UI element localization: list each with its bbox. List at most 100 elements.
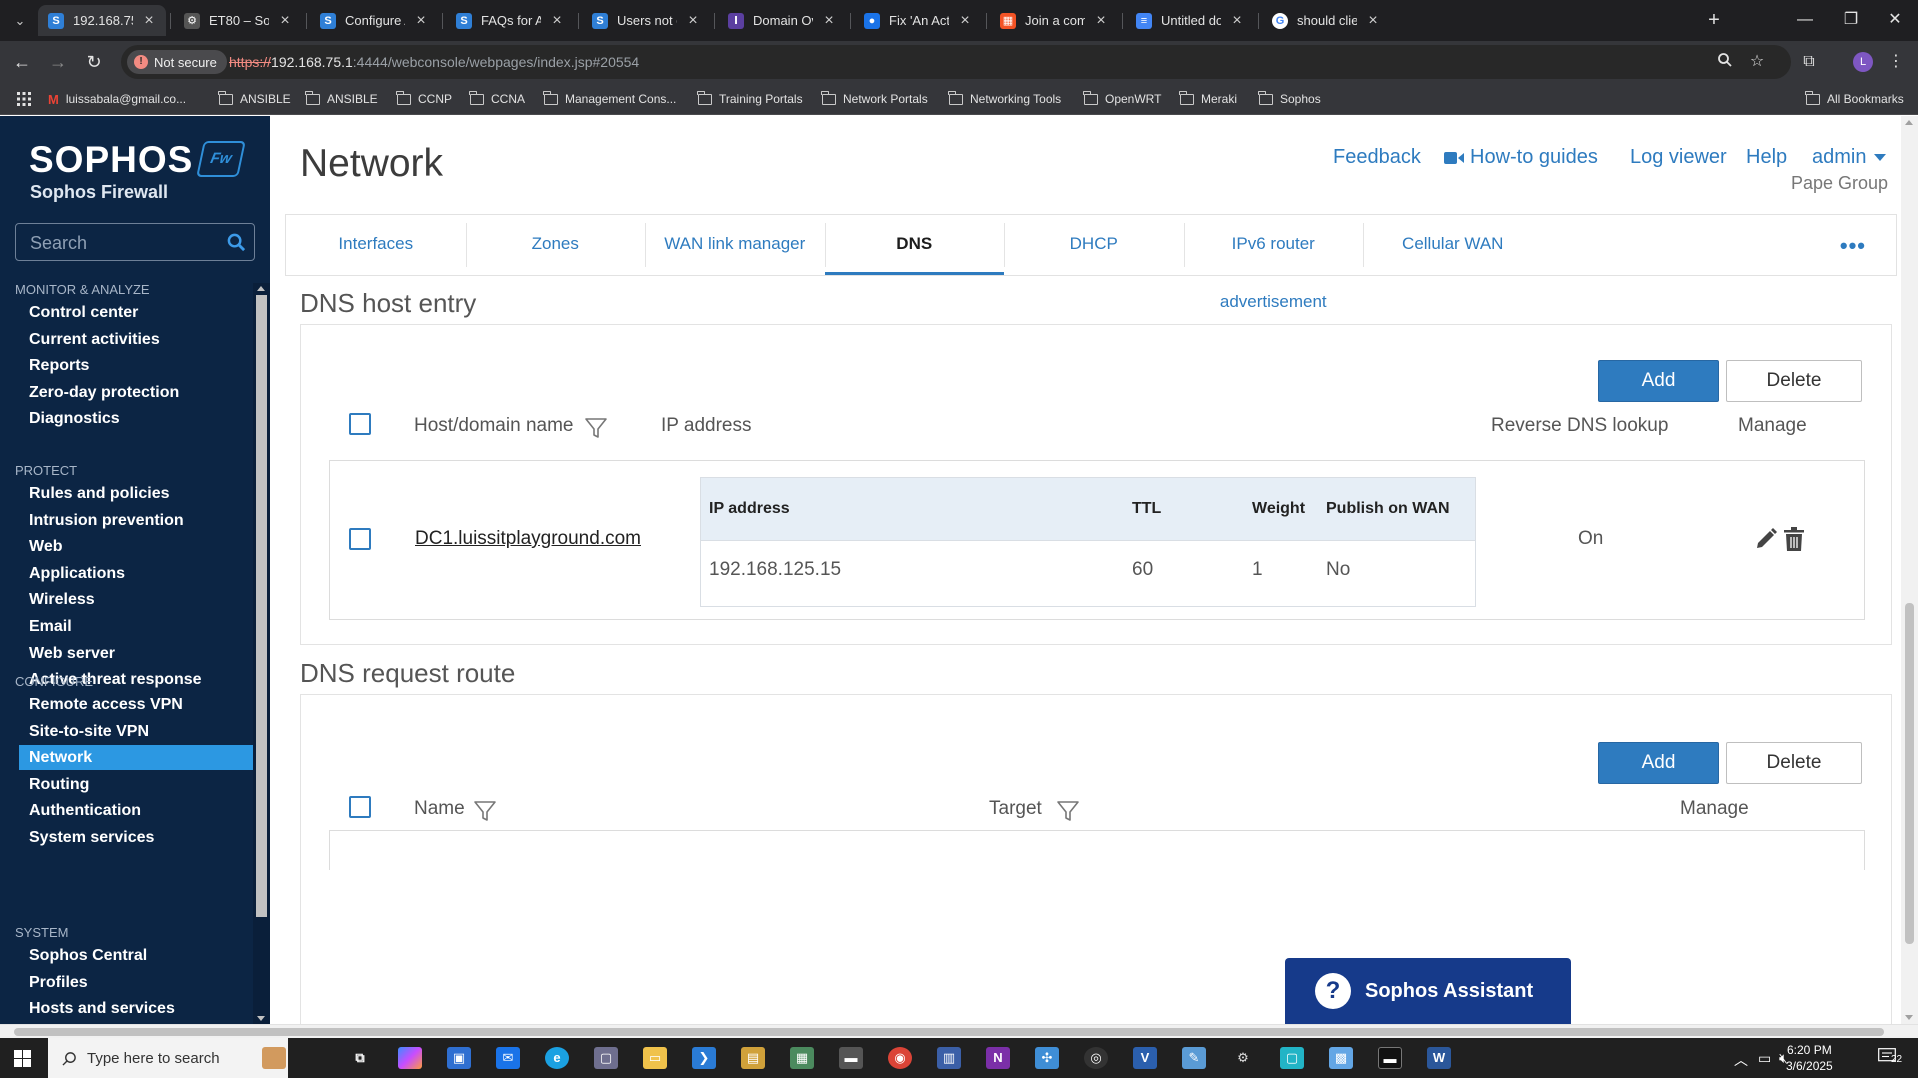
virtualbox-icon[interactable]: ▢: [594, 1047, 618, 1069]
tab-zones[interactable]: Zones: [466, 215, 646, 275]
host-name-link[interactable]: DC1.luissitplayground.com: [415, 528, 641, 550]
notifications-icon[interactable]: 22: [1878, 1048, 1906, 1068]
taskbar-clock[interactable]: 6:20 PM 3/6/2025: [1786, 1042, 1833, 1074]
all-bookmarks[interactable]: All Bookmarks: [1805, 90, 1904, 108]
bookmark-ccnp[interactable]: CCNP: [396, 90, 452, 108]
trash-icon[interactable]: [1783, 527, 1805, 551]
sidebar-item-control-center[interactable]: Control center: [29, 304, 138, 322]
tab-close-icon[interactable]: ×: [1366, 12, 1380, 28]
bookmark-ansible[interactable]: ANSIBLE: [305, 90, 378, 108]
remote-desktop-icon[interactable]: ▥: [937, 1047, 961, 1069]
new-tab-button[interactable]: +: [1702, 9, 1726, 33]
tab-close-icon[interactable]: ×: [142, 12, 156, 28]
tab-dns[interactable]: DNS: [824, 215, 1004, 275]
page-scrollbar[interactable]: [1901, 116, 1918, 1024]
sidebar-item-applications[interactable]: Applications: [29, 565, 125, 583]
copilot-icon[interactable]: [398, 1047, 422, 1069]
search-highlight-icon[interactable]: [262, 1047, 286, 1069]
tab-close-icon[interactable]: ×: [278, 12, 292, 28]
browser-menu-icon[interactable]: ⋮: [1886, 52, 1906, 72]
sophos-assistant-button[interactable]: ? Sophos Assistant: [1285, 958, 1571, 1024]
close-window-icon[interactable]: ✕: [1872, 8, 1918, 32]
horizontal-scrollbar[interactable]: [0, 1024, 1918, 1038]
tab-close-icon[interactable]: ×: [1094, 12, 1108, 28]
network-tool-icon[interactable]: ✣: [1035, 1047, 1059, 1069]
sidebar-item-site-to-site-vpn[interactable]: Site-to-site VPN: [29, 723, 149, 741]
bookmark-management-cons[interactable]: Management Cons...: [543, 90, 676, 108]
filter-icon[interactable]: [473, 799, 497, 823]
word-icon[interactable]: W: [1427, 1047, 1451, 1069]
select-all-routes-checkbox[interactable]: [349, 796, 371, 818]
filter-icon[interactable]: [1056, 799, 1080, 823]
vscode-icon[interactable]: ❯: [692, 1047, 716, 1069]
scroll-down-icon[interactable]: [1905, 1015, 1913, 1020]
sidebar-search-input[interactable]: Search: [15, 223, 255, 261]
gns3-icon[interactable]: ◎: [1084, 1047, 1108, 1069]
sidebar-item-authentication[interactable]: Authentication: [29, 802, 141, 820]
add-host-button[interactable]: Add: [1598, 360, 1719, 402]
scroll-thumb[interactable]: [1905, 603, 1914, 944]
bookmark-networking-tools[interactable]: Networking Tools: [948, 90, 1061, 108]
sidebar-item-web-server[interactable]: Web server: [29, 645, 115, 663]
tab-dhcp[interactable]: DHCP: [1004, 215, 1184, 275]
forward-icon[interactable]: →: [47, 51, 69, 73]
scroll-up-icon[interactable]: [257, 286, 265, 291]
sidebar-item-profiles[interactable]: Profiles: [29, 974, 88, 992]
url-text[interactable]: https://192.168.75.1:4444/webconsole/web…: [229, 54, 639, 70]
terminal-icon[interactable]: ▬: [1378, 1047, 1402, 1069]
profile-avatar[interactable]: L: [1853, 52, 1873, 72]
log-viewer-link[interactable]: Log viewer: [1630, 146, 1727, 169]
horizontal-scroll-thumb[interactable]: [14, 1028, 1884, 1036]
address-bar[interactable]: ! Not secure https://192.168.75.1:4444/w…: [121, 45, 1791, 79]
sidebar-item-wireless[interactable]: Wireless: [29, 591, 95, 609]
security-chip[interactable]: ! Not secure: [127, 50, 227, 74]
bookmark-star-icon[interactable]: ☆: [1747, 52, 1767, 72]
sidebar-item-reports[interactable]: Reports: [29, 357, 89, 375]
browser-tab[interactable]: Gshould client pcs ×: [1262, 5, 1390, 36]
taskbar-search-input[interactable]: Type here to search: [48, 1038, 288, 1078]
browser-tab[interactable]: ▦ Join a computer to ×: [990, 5, 1118, 36]
back-icon[interactable]: ←: [11, 51, 33, 73]
store-icon[interactable]: ▣: [447, 1047, 471, 1069]
zoom-icon[interactable]: [1715, 52, 1735, 72]
scroll-down-icon[interactable]: [257, 1016, 265, 1021]
help-link[interactable]: Help: [1746, 146, 1787, 169]
calculator-icon[interactable]: ▩: [1329, 1047, 1353, 1069]
tab-close-icon[interactable]: ×: [414, 12, 428, 28]
browser-tab[interactable]: S Configure Active Directory ×: [310, 5, 438, 36]
tab-close-icon[interactable]: ×: [822, 12, 836, 28]
browser-tab[interactable]: S Users not getting ×: [582, 5, 710, 36]
tab-search-icon[interactable]: ⌄: [10, 11, 30, 31]
sidebar-item-email[interactable]: Email: [29, 618, 72, 636]
tab-close-icon[interactable]: ×: [550, 12, 564, 28]
bookmark-meraki[interactable]: Meraki: [1179, 90, 1237, 108]
tab-close-icon[interactable]: ×: [1230, 12, 1244, 28]
tray-chevron-up-icon[interactable]: ︿: [1734, 1050, 1748, 1070]
tab-wan-link-manager[interactable]: WAN link manager: [645, 215, 825, 275]
sidebar-scrollbar[interactable]: [253, 283, 270, 1024]
chrome-icon[interactable]: ◉: [888, 1047, 912, 1069]
bookmark-network-portals[interactable]: Network Portals: [821, 90, 928, 108]
browser-tab[interactable]: ≡ Untitled document ×: [1126, 5, 1254, 36]
sidebar-item-network[interactable]: Network: [19, 745, 253, 771]
more-tabs-icon[interactable]: •••: [1840, 233, 1866, 259]
file-explorer-icon[interactable]: ▭: [643, 1047, 667, 1069]
sidebar-item-system-services[interactable]: System services: [29, 829, 154, 847]
minimize-icon[interactable]: —: [1782, 8, 1828, 32]
sophos-logo[interactable]: SOPHOS: [29, 139, 193, 181]
reload-icon[interactable]: ↻: [83, 51, 105, 73]
sidebar-item-sophos-central[interactable]: Sophos Central: [29, 947, 147, 965]
sidebar-item-remote-access-vpn[interactable]: Remote access VPN: [29, 696, 183, 714]
tab-cellular-wan[interactable]: Cellular WAN: [1363, 215, 1543, 275]
browser-tab[interactable]: ⅼ Domain Overview ×: [718, 5, 846, 36]
browser-tab[interactable]: S FAQs for Active Directory ×: [446, 5, 574, 36]
row-checkbox[interactable]: [349, 528, 371, 550]
restore-icon[interactable]: ❐: [1828, 8, 1874, 32]
sidebar-item-routing[interactable]: Routing: [29, 776, 89, 794]
sidebar-item-intrusion-prevention[interactable]: Intrusion prevention: [29, 512, 184, 530]
app-icon[interactable]: ▤: [741, 1047, 765, 1069]
battery-icon[interactable]: ▭: [1758, 1050, 1771, 1067]
edit-pencil-icon[interactable]: [1754, 527, 1778, 551]
admin-menu[interactable]: admin: [1812, 146, 1887, 169]
add-route-button[interactable]: Add: [1598, 742, 1719, 784]
